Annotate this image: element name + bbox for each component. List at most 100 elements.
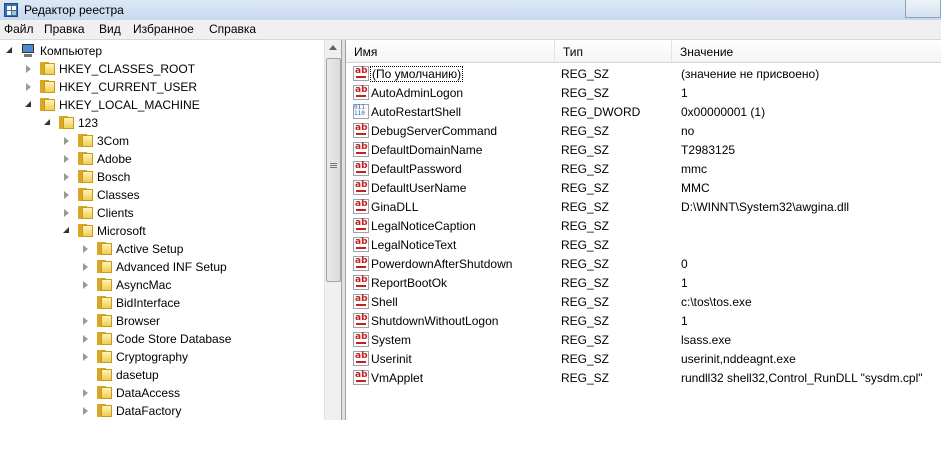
value-data: mmc (681, 162, 707, 176)
value-type: REG_SZ (561, 181, 610, 195)
value-name: Shell (371, 295, 398, 309)
string-value-icon (353, 142, 369, 157)
menu-edit[interactable]: Правка (42, 22, 87, 36)
tree-item[interactable]: Active Setup (0, 240, 324, 258)
table-row[interactable]: GinaDLL REG_SZ D:\WINNT\System32\awgina.dl… (346, 198, 941, 217)
expand-arrow-icon[interactable] (83, 263, 88, 271)
table-row[interactable]: System REG_SZ lsass.exe (346, 331, 941, 350)
column-header-type[interactable]: Тип (555, 40, 672, 62)
folder-icon (39, 97, 55, 112)
table-row[interactable]: DefaultPassword REG_SZ mmc (346, 160, 941, 179)
value-type: REG_SZ (561, 257, 610, 271)
tree-item[interactable]: Bosch (0, 168, 324, 186)
tree-item[interactable]: Cryptography (0, 348, 324, 366)
string-value-icon (353, 218, 369, 233)
tree-item[interactable]: HKEY_LOCAL_MACHINE (0, 96, 324, 114)
tree-item[interactable]: Advanced INF Setup (0, 258, 324, 276)
expand-arrow-icon[interactable] (64, 173, 69, 181)
table-row[interactable]: LegalNoticeText REG_SZ (346, 236, 941, 255)
value-data: MMC (681, 181, 710, 195)
tree-item-label: 123 (78, 116, 99, 130)
table-row[interactable]: DebugServerCommand REG_SZ no (346, 122, 941, 141)
tree-item[interactable]: HKEY_CLASSES_ROOT (0, 60, 324, 78)
value-name: System (371, 333, 412, 347)
tree-item[interactable]: Code Store Database (0, 330, 324, 348)
value-name: DefaultDomainName (371, 143, 483, 157)
string-value-icon (353, 256, 369, 271)
expand-arrow-icon[interactable] (64, 209, 69, 217)
tree-item[interactable]: DataAccess (0, 384, 324, 402)
table-row[interactable]: ReportBootOk REG_SZ 1 (346, 274, 941, 293)
table-row[interactable]: ShutdownWithoutLogon REG_SZ 1 (346, 312, 941, 331)
dword-value-icon (353, 104, 369, 119)
value-data: 0 (681, 257, 688, 271)
list-header: Имя Тип Значение (346, 40, 941, 63)
expand-arrow-icon[interactable] (83, 353, 88, 361)
column-header-name-label: Имя (354, 45, 378, 59)
tree-item[interactable]: Browser (0, 312, 324, 330)
value-data: userinit,nddeagnt.exe (681, 352, 796, 366)
tree-item[interactable]: DataFactory (0, 402, 324, 420)
tree-item[interactable]: 3Com (0, 132, 324, 150)
value-name: Userinit (371, 352, 412, 366)
column-header-value[interactable]: Значение (672, 40, 941, 62)
value-data: 0x00000001 (1) (681, 105, 766, 119)
value-data: T2983125 (681, 143, 736, 157)
collapse-arrow-icon[interactable] (63, 227, 69, 233)
scroll-up-arrow-icon[interactable] (325, 40, 341, 56)
column-header-name[interactable]: Имя (346, 40, 555, 62)
value-data: no (681, 124, 695, 138)
collapse-arrow-icon[interactable] (6, 47, 12, 53)
expand-arrow-icon[interactable] (83, 317, 88, 325)
table-row[interactable]: VmApplet REG_SZ rundll32 shell32,Control_R… (346, 369, 941, 388)
tree-item[interactable]: HKEY_CURRENT_USER (0, 78, 324, 96)
table-row[interactable]: PowerdownAfterShutdown REG_SZ 0 (346, 255, 941, 274)
tree-item[interactable]: Компьютер (0, 42, 324, 60)
tree-item[interactable]: Classes (0, 186, 324, 204)
table-row[interactable]: (По умолчанию) REG_SZ (значение не присвое… (346, 65, 941, 84)
tree-item[interactable]: 123 (0, 114, 324, 132)
tree-item[interactable]: dasetup (0, 366, 324, 384)
values-list[interactable]: Имя Тип Значение (По умолчанию) REG_SZ (зн… (346, 40, 941, 420)
tree-item[interactable]: Adobe (0, 150, 324, 168)
minimize-button[interactable] (905, 0, 941, 18)
table-row[interactable]: DefaultDomainName REG_SZ T2983125 (346, 141, 941, 160)
expand-arrow-icon[interactable] (83, 335, 88, 343)
tree-item[interactable]: Clients (0, 204, 324, 222)
tree-item[interactable]: BidInterface (0, 294, 324, 312)
table-row[interactable]: Userinit REG_SZ userinit,nddeagnt.exe (346, 350, 941, 369)
string-value-icon (353, 237, 369, 252)
expand-arrow-icon[interactable] (64, 155, 69, 163)
expand-arrow-icon[interactable] (83, 245, 88, 253)
menu-view[interactable]: Вид (97, 22, 123, 36)
table-row[interactable]: AutoAdminLogon REG_SZ 1 (346, 84, 941, 103)
expand-arrow-icon[interactable] (26, 65, 31, 73)
expand-arrow-icon[interactable] (83, 281, 88, 289)
tree-item-label: DataAccess (116, 386, 181, 400)
value-type: REG_SZ (561, 200, 610, 214)
expand-arrow-icon[interactable] (83, 407, 88, 415)
collapse-arrow-icon[interactable] (44, 119, 50, 125)
expand-arrow-icon[interactable] (64, 191, 69, 199)
expand-arrow-icon[interactable] (83, 389, 88, 397)
tree-item[interactable]: AsyncMac (0, 276, 324, 294)
menu-favorites[interactable]: Избранное (131, 22, 196, 36)
value-type: REG_SZ (561, 124, 610, 138)
tree-item[interactable]: Microsoft (0, 222, 324, 240)
tree-item-label: Active Setup (116, 242, 184, 256)
table-row[interactable]: LegalNoticeCaption REG_SZ (346, 217, 941, 236)
expand-arrow-icon[interactable] (64, 137, 69, 145)
registry-tree[interactable]: Компьютер HKEY_CLASSES_ROOT HKEY_CURRENT_U… (0, 40, 341, 460)
table-row[interactable]: AutoRestartShell REG_DWORD 0x00000001 (1) (346, 103, 941, 122)
title-bar[interactable]: Редактор реестра (0, 0, 941, 20)
menu-file[interactable]: Файл (2, 22, 36, 36)
value-name: ReportBootOk (371, 276, 448, 290)
tree-vertical-scrollbar[interactable] (324, 40, 341, 420)
value-name: PowerdownAfterShutdown (371, 257, 513, 271)
expand-arrow-icon[interactable] (26, 83, 31, 91)
table-row[interactable]: Shell REG_SZ c:\tos\tos.exe (346, 293, 941, 312)
collapse-arrow-icon[interactable] (25, 101, 31, 107)
menu-help[interactable]: Справка (207, 22, 258, 36)
scrollbar-thumb[interactable] (326, 58, 341, 282)
table-row[interactable]: DefaultUserName REG_SZ MMC (346, 179, 941, 198)
